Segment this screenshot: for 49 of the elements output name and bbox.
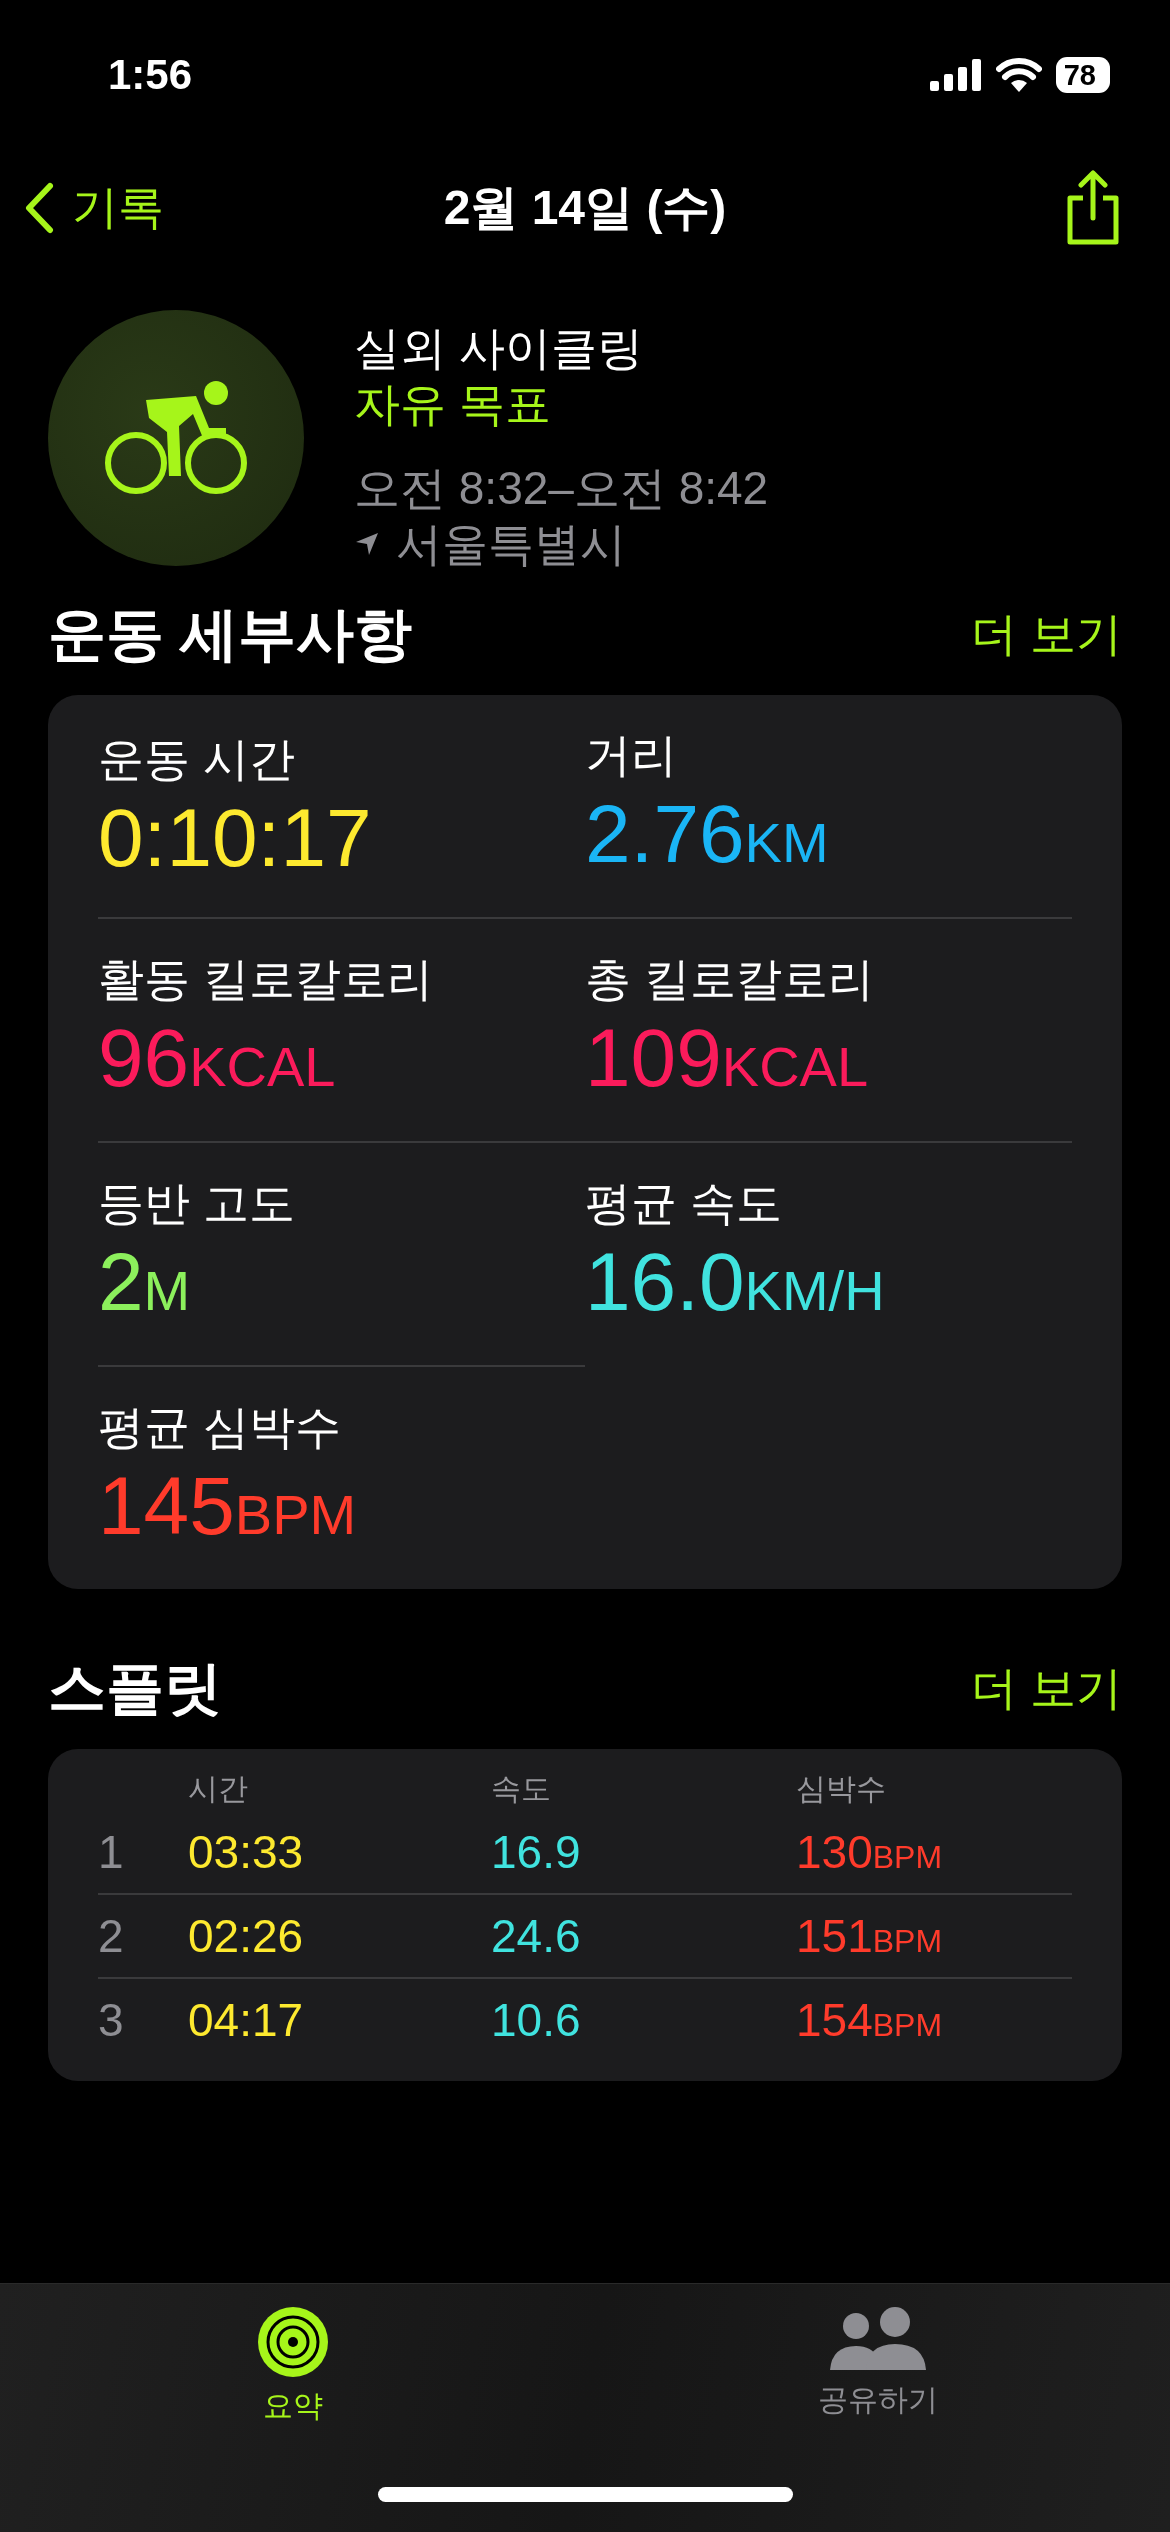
split-heart-rate: 151BPM: [796, 1910, 943, 1962]
metric-label: 등반 고도: [98, 1175, 295, 1231]
split-time: 04:17: [188, 1994, 304, 2046]
split-time: 02:26: [188, 1910, 304, 1962]
split-number: 2: [98, 1910, 124, 1962]
metric-value: 145BPM: [98, 1460, 357, 1553]
workout-location: 서울특별시: [396, 517, 626, 572]
metric-value: 2M: [98, 1236, 191, 1329]
split-speed: 24.6: [491, 1910, 581, 1962]
split-heart-rate: 130BPM: [796, 1826, 943, 1878]
metric-value: 2.76KM: [585, 788, 829, 881]
metric-value: 0:10:17: [98, 793, 372, 883]
back-button[interactable]: 기록: [24, 176, 164, 239]
more-link[interactable]: 더 보기: [971, 1658, 1122, 1720]
split-number: 3: [98, 1994, 124, 2046]
metric-value: 109KCAL: [585, 1012, 869, 1105]
wifi-icon: [995, 58, 1042, 92]
section-title: 스플릿: [48, 1654, 222, 1722]
activity-rings-icon: [256, 2306, 329, 2378]
people-icon: [827, 2306, 928, 2372]
metric-label: 총 킬로칼로리: [585, 951, 874, 1007]
workout-goal: 자유 목표: [354, 377, 552, 432]
tab-bar-item[interactable]: 요약: [0, 2284, 585, 2428]
workout-type: 실외 사이클링: [354, 321, 644, 376]
battery-level: 78: [1055, 57, 1110, 93]
metric-label: 활동 킬로칼로리: [98, 951, 433, 1007]
split-speed: 16.9: [491, 1826, 581, 1878]
tab-bar-item[interactable]: 공유하기: [585, 2284, 1170, 2428]
metric-label: 평균 속도: [585, 1175, 782, 1231]
metric-label: 평균 심박수: [98, 1399, 341, 1455]
workout-time-range: 오전 8:32–오전 8:42: [354, 461, 769, 516]
chevron-left-icon: [24, 181, 54, 234]
metric-value: 16.0KM/H: [585, 1236, 885, 1329]
metric-value: 96KCAL: [98, 1012, 336, 1105]
split-time: 03:33: [188, 1826, 304, 1878]
status-time: 1:56: [108, 51, 193, 99]
split-speed: 10.6: [491, 1994, 581, 2046]
location-arrow-icon: [354, 531, 380, 557]
split-heart-rate: 154BPM: [796, 1994, 943, 2046]
metric-label: 운동 시간: [98, 732, 295, 787]
split-number: 1: [98, 1826, 124, 1878]
column-header: 속도: [491, 1771, 551, 1805]
date-title: 2월 14일 (수): [443, 180, 727, 234]
metric-label: 거리: [585, 727, 677, 783]
more-link[interactable]: 더 보기: [971, 604, 1122, 666]
signal-icon: [929, 59, 982, 91]
column-header: 시간: [188, 1771, 248, 1805]
column-header: 심박수: [796, 1771, 886, 1805]
section-title: 운동 세부사항: [48, 600, 413, 668]
